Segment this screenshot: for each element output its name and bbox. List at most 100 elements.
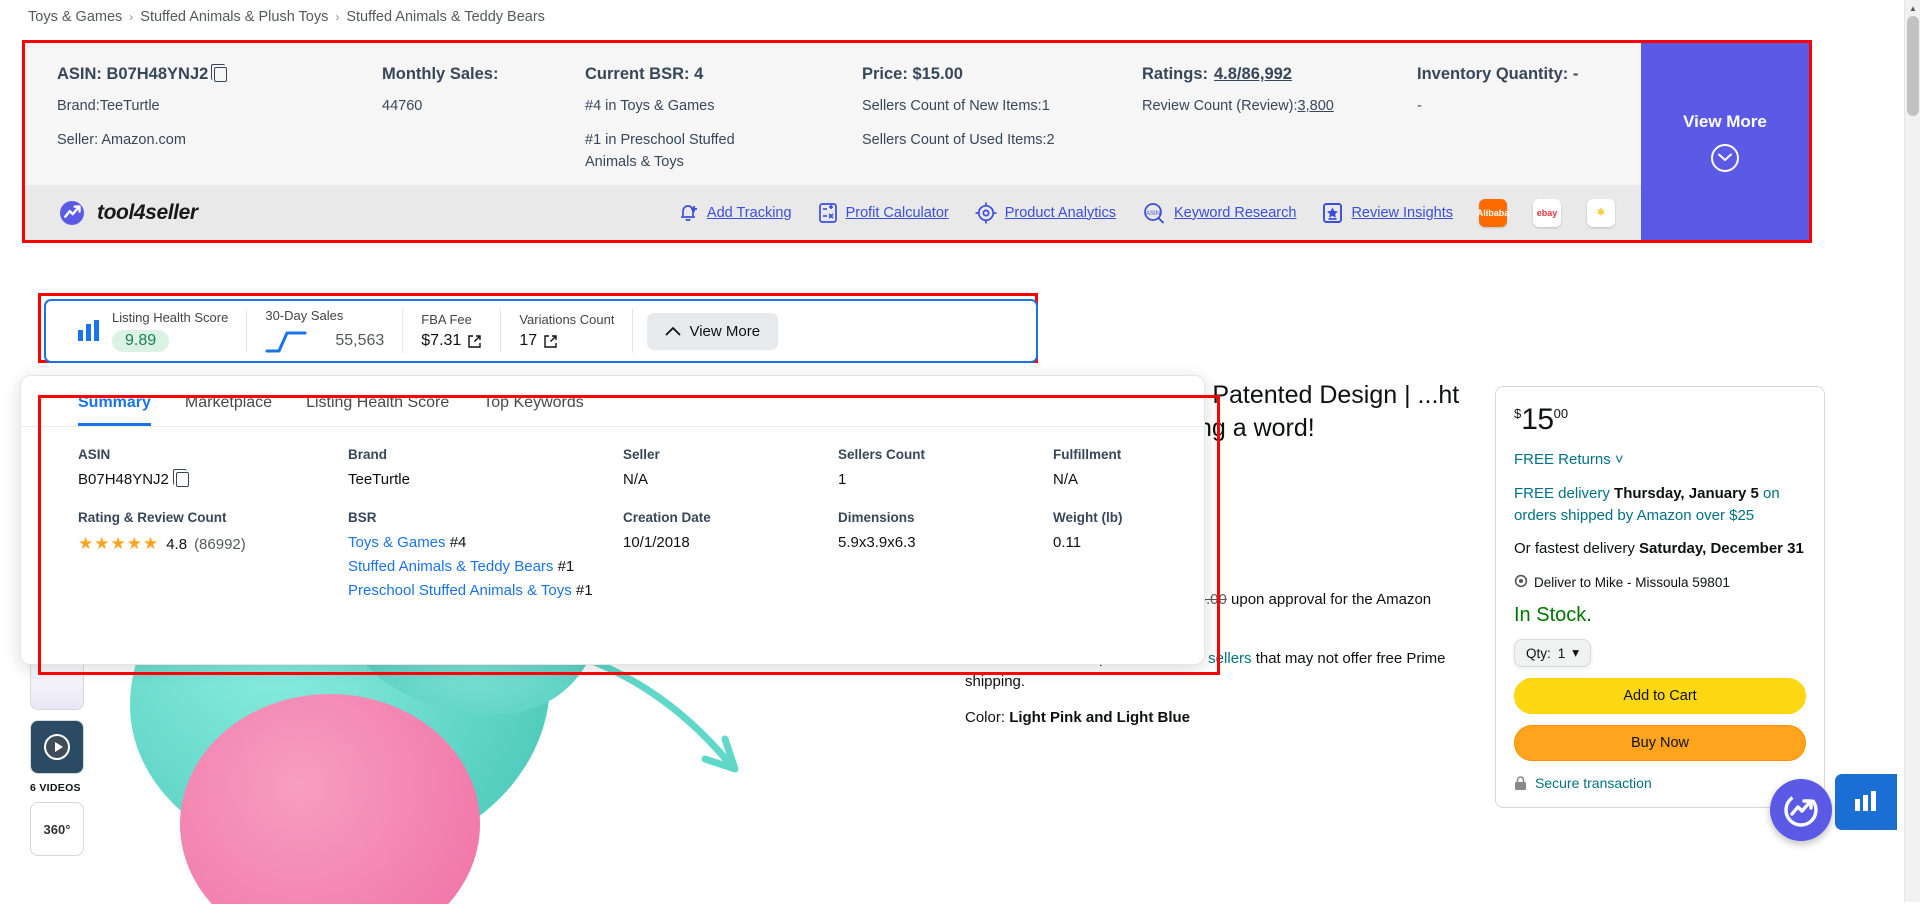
product-analytics-button[interactable]: Product Analytics: [975, 202, 1116, 224]
video-count-label: 6 VIDEOS: [30, 782, 81, 794]
keyword-research-button[interactable]: ASIN Keyword Research: [1142, 202, 1296, 224]
field-asin: ASIN B07H48YNJ2: [78, 447, 348, 488]
add-tracking-label: Add Tracking: [706, 204, 792, 221]
metrics-row: ASIN: B07H48YNJ2 Brand:TeeTurtle Seller:…: [25, 43, 1641, 188]
metric-monthly-sales: Monthly Sales: 44760: [382, 65, 585, 188]
buy-now-button[interactable]: Buy Now: [1514, 725, 1806, 761]
delivery-fast-date: Saturday, December 31: [1639, 540, 1804, 558]
tool4seller-toolbar: tool4seller Add Tracking Profit Calculat…: [25, 185, 1641, 240]
chevron-down-icon: ˅: [1614, 451, 1624, 468]
bar-chart-icon: [78, 320, 99, 341]
field-brand: Brand TeeTurtle: [348, 447, 623, 488]
side-analytics-tab[interactable]: [1835, 774, 1897, 830]
svg-text:ASIN: ASIN: [1146, 211, 1160, 217]
field-asin-header: ASIN: [78, 447, 111, 462]
copy-icon[interactable]: [211, 64, 228, 82]
metric-monthly-sales-value: 44760: [382, 98, 423, 114]
metric-price: Price: $15.00 Sellers Count of New Items…: [862, 65, 1142, 188]
page-scrollbar[interactable]: ▲: [1904, 0, 1920, 902]
metric-bsr: Current BSR: 4 #4 in Toys & Games #1 in …: [585, 65, 862, 188]
scroll-up-arrow-icon[interactable]: ▲: [1905, 0, 1920, 16]
field-brand-header: Brand: [348, 447, 388, 462]
breadcrumb-item-0[interactable]: Toys & Games: [28, 9, 122, 25]
review-insights-button[interactable]: Review Insights: [1322, 202, 1453, 224]
tool4seller-brand-name: tool4seller: [97, 200, 198, 224]
deliver-to-label: Deliver to Mike - Missoula 59801: [1534, 574, 1730, 590]
stats-view-more-button[interactable]: View More: [647, 312, 779, 350]
target-icon: [975, 202, 997, 223]
field-seller-header: Seller: [623, 447, 660, 462]
summary-grid: ASIN B07H48YNJ2 Brand TeeTurtle Seller N…: [21, 427, 1204, 599]
delivery-free-date: Thursday, January 5: [1614, 484, 1759, 502]
field-asin-value: B07H48YNJ2: [78, 471, 169, 488]
delivery-free-pre: FREE delivery: [1514, 484, 1615, 502]
alibaba-icon[interactable]: Alibaba: [1477, 198, 1509, 227]
metric-price-title: Price: $15.00: [862, 65, 963, 83]
field-sellers-count-header: Sellers Count: [838, 447, 926, 462]
summary-popover: Summary Marketplace Listing Health Score…: [20, 375, 1205, 665]
bsr-category-1[interactable]: Stuffed Animals & Teddy Bears: [348, 558, 553, 575]
field-creation-date: Creation Date 10/1/2018: [623, 510, 838, 599]
profit-calculator-button[interactable]: Profit Calculator: [818, 202, 949, 224]
copy-icon[interactable]: [172, 469, 189, 487]
tool4seller-brand: tool4seller: [57, 198, 198, 228]
field-dimensions-value: 5.9x3.9x6.3: [838, 534, 916, 551]
breadcrumb-item-1[interactable]: Stuffed Animals & Plush Toys: [140, 9, 328, 25]
metric-asin-label: ASIN: B07H48YNJ2: [57, 65, 209, 83]
ebay-icon[interactable]: ebay: [1533, 198, 1561, 227]
bsr-rank-1: #1: [557, 558, 575, 575]
buybox-price: $1500: [1514, 403, 1806, 437]
bsr-rank-2: #1: [575, 582, 593, 599]
metric-ratings: Ratings: 4.8/86,992 Review Count (Review…: [1142, 65, 1417, 188]
metric-monthly-sales-title: Monthly Sales:: [382, 65, 499, 83]
add-tracking-button[interactable]: Add Tracking: [679, 202, 792, 224]
scrollbar-thumb[interactable]: [1907, 16, 1919, 116]
metric-inventory-value: -: [1417, 98, 1422, 114]
add-to-cart-button[interactable]: Add to Cart: [1514, 678, 1806, 714]
field-fulfillment-value: N/A: [1053, 471, 1079, 488]
field-seller-value: N/A: [623, 471, 649, 488]
external-link-icon[interactable]: [467, 334, 482, 349]
video-thumbnail[interactable]: [30, 720, 84, 774]
buybox-free-returns-label: FREE Returns: [1514, 451, 1611, 468]
tab-marketplace[interactable]: Marketplace: [185, 394, 272, 426]
stats-strip: Listing Health Score 9.89 30-Day Sales 5…: [44, 299, 1038, 363]
metric-review-count-link[interactable]: 3,800: [1298, 98, 1334, 114]
field-sellers-count: Sellers Count 1: [838, 447, 1053, 488]
tool4seller-logo-icon: [1784, 793, 1818, 827]
quantity-selector[interactable]: Qty: 1 ▾: [1514, 639, 1592, 667]
tool4seller-floating-button[interactable]: [1770, 779, 1832, 841]
stat-sales-label: 30-Day Sales: [265, 308, 344, 323]
qty-label: Qty:: [1526, 645, 1551, 661]
field-bsr-header: BSR: [348, 510, 377, 525]
tab-listing-health-score[interactable]: Listing Health Score: [306, 394, 449, 426]
tab-top-keywords[interactable]: Top Keywords: [483, 394, 584, 426]
bsr-category-2[interactable]: Preschool Stuffed Animals & Toys: [348, 582, 572, 599]
header-view-more-panel[interactable]: View More: [1641, 43, 1809, 240]
stats-view-more-label: View More: [689, 322, 761, 340]
breadcrumb-item-2[interactable]: Stuffed Animals & Teddy Bears: [346, 9, 545, 25]
deliver-to-row[interactable]: Deliver to Mike - Missoula 59801: [1514, 574, 1806, 590]
metric-asin-seller: Seller: Amazon.com: [57, 131, 186, 148]
field-fulfillment-header: Fulfillment: [1053, 447, 1122, 462]
external-link-icon[interactable]: [543, 334, 558, 349]
bsr-row-2: Preschool Stuffed Animals & Toys #1: [348, 582, 623, 599]
metric-bsr-title: Current BSR: 4: [585, 65, 704, 83]
metric-inventory: Inventory Quantity: - -: [1417, 65, 1596, 188]
field-weight-value: 0.11: [1053, 534, 1082, 551]
secure-transaction-row[interactable]: Secure transaction: [1514, 775, 1806, 791]
metric-ratings-title: Ratings: 4.8/86,992: [1142, 65, 1399, 84]
bar-chart-icon: [1855, 791, 1876, 811]
walmart-icon[interactable]: ✻: [1587, 198, 1615, 227]
stat-fba-fee: FBA Fee $7.31: [403, 309, 502, 353]
metric-ratings-link[interactable]: 4.8/86,992: [1214, 65, 1292, 84]
header-view-more-label: View More: [1683, 111, 1767, 131]
metric-asin-title: ASIN: B07H48YNJ2: [57, 64, 364, 84]
buybox-free-returns[interactable]: FREE Returns ˅: [1514, 449, 1806, 471]
threesixty-thumbnail[interactable]: 360°: [30, 802, 84, 856]
bsr-category-0[interactable]: Toys & Games: [348, 534, 446, 551]
tab-summary[interactable]: Summary: [78, 394, 151, 426]
field-asin-value-row: B07H48YNJ2: [78, 469, 348, 488]
buybox-price-fraction: 00: [1553, 406, 1569, 421]
profit-calculator-label: Profit Calculator: [845, 204, 949, 221]
